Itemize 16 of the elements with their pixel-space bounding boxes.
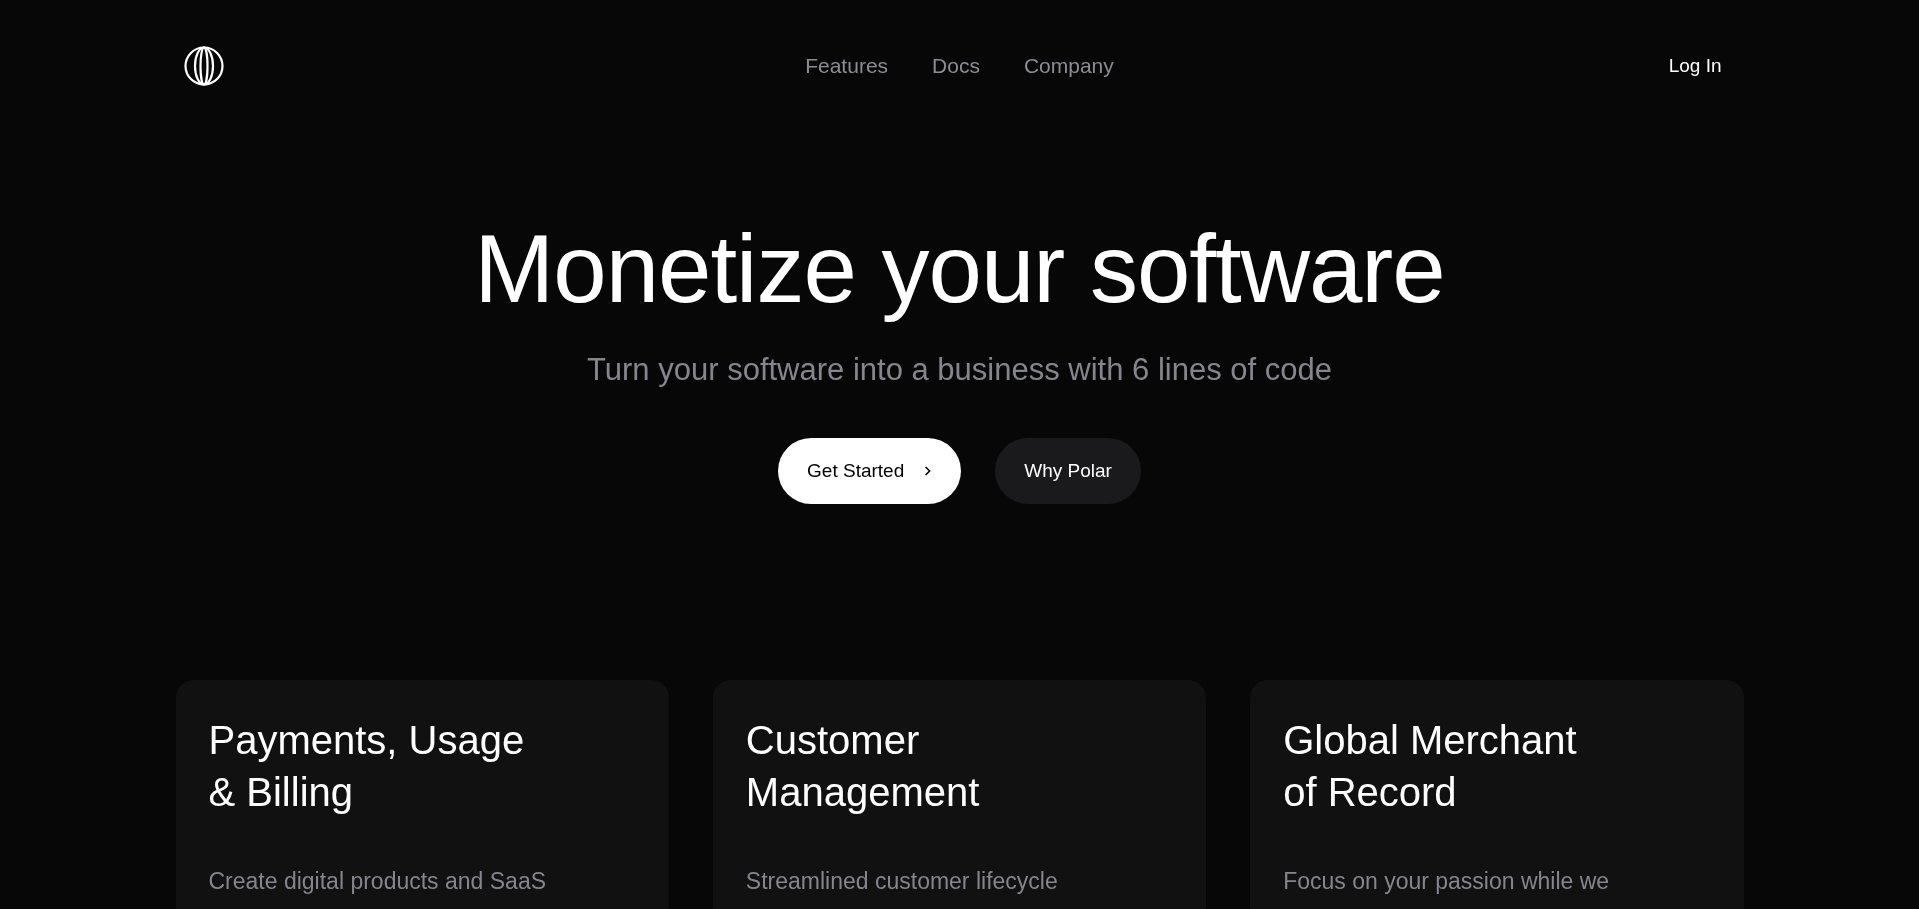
nav-link[interactable]: Features	[805, 54, 889, 78]
card-description: Streamlined customer lifecycle	[745, 867, 1059, 895]
logo-icon[interactable]	[183, 46, 224, 86]
why-polar-button[interactable]: Why Polar	[995, 437, 1141, 504]
card-title: Global Merchant of Record	[1283, 716, 1578, 816]
nav-link[interactable]: Company	[1023, 54, 1114, 78]
get-started-button[interactable]: Get Started	[778, 437, 962, 504]
hero-title: Monetize your software	[474, 216, 1445, 322]
hero-subtitle: Turn your software into a business with 6 lines of code	[587, 351, 1332, 388]
card-description: Create digital products and SaaS	[208, 867, 548, 895]
card-title: Customer Management	[745, 716, 981, 816]
nav-link[interactable]: Docs	[932, 54, 980, 78]
card-description: Focus on your passion while we	[1283, 867, 1611, 895]
login-link[interactable]: Log In	[1668, 55, 1722, 77]
chevron-icon	[924, 464, 933, 477]
card-title: Payments, Usage & Billing	[208, 716, 526, 816]
